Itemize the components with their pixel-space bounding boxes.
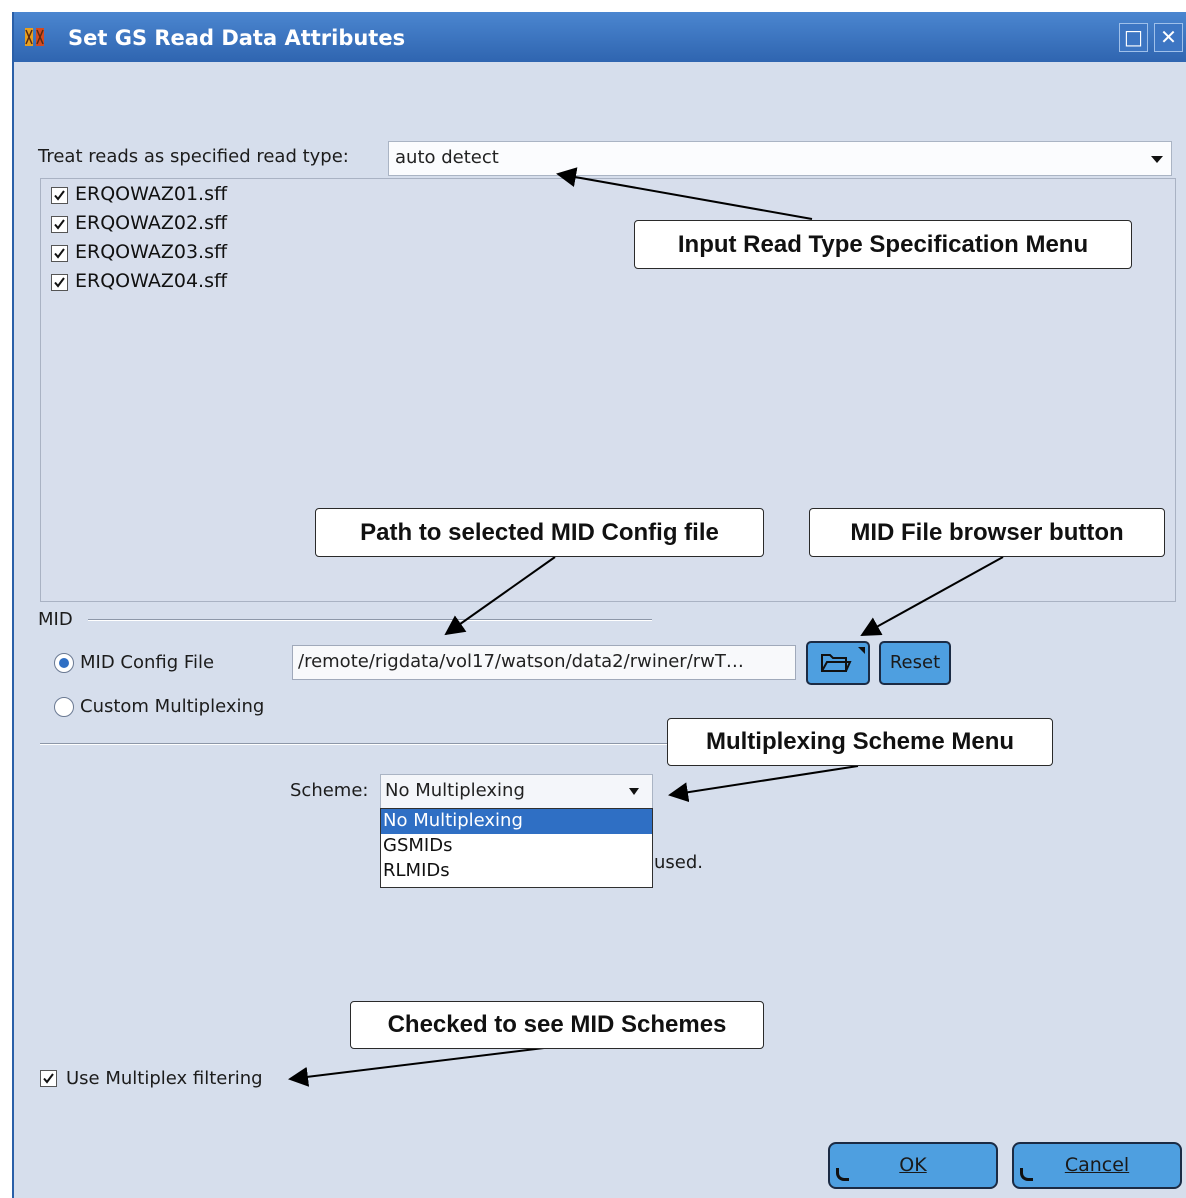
callout-input-read-type: Input Read Type Specification Menu [634, 220, 1132, 269]
callout-path-mid-config: Path to selected MID Config file [315, 508, 764, 557]
arrow-mid-path [444, 556, 556, 636]
callout-mid-file-browser: MID File browser button [809, 508, 1165, 557]
callout-checked-schemes: Checked to see MID Schemes [350, 1001, 764, 1049]
arrow-filtering [288, 1047, 545, 1087]
callout-multiplexing-scheme: Multiplexing Scheme Menu [667, 718, 1053, 766]
arrow-scheme-menu [668, 765, 859, 803]
arrow-read-type [556, 167, 813, 220]
arrow-mid-browser [860, 556, 1004, 636]
